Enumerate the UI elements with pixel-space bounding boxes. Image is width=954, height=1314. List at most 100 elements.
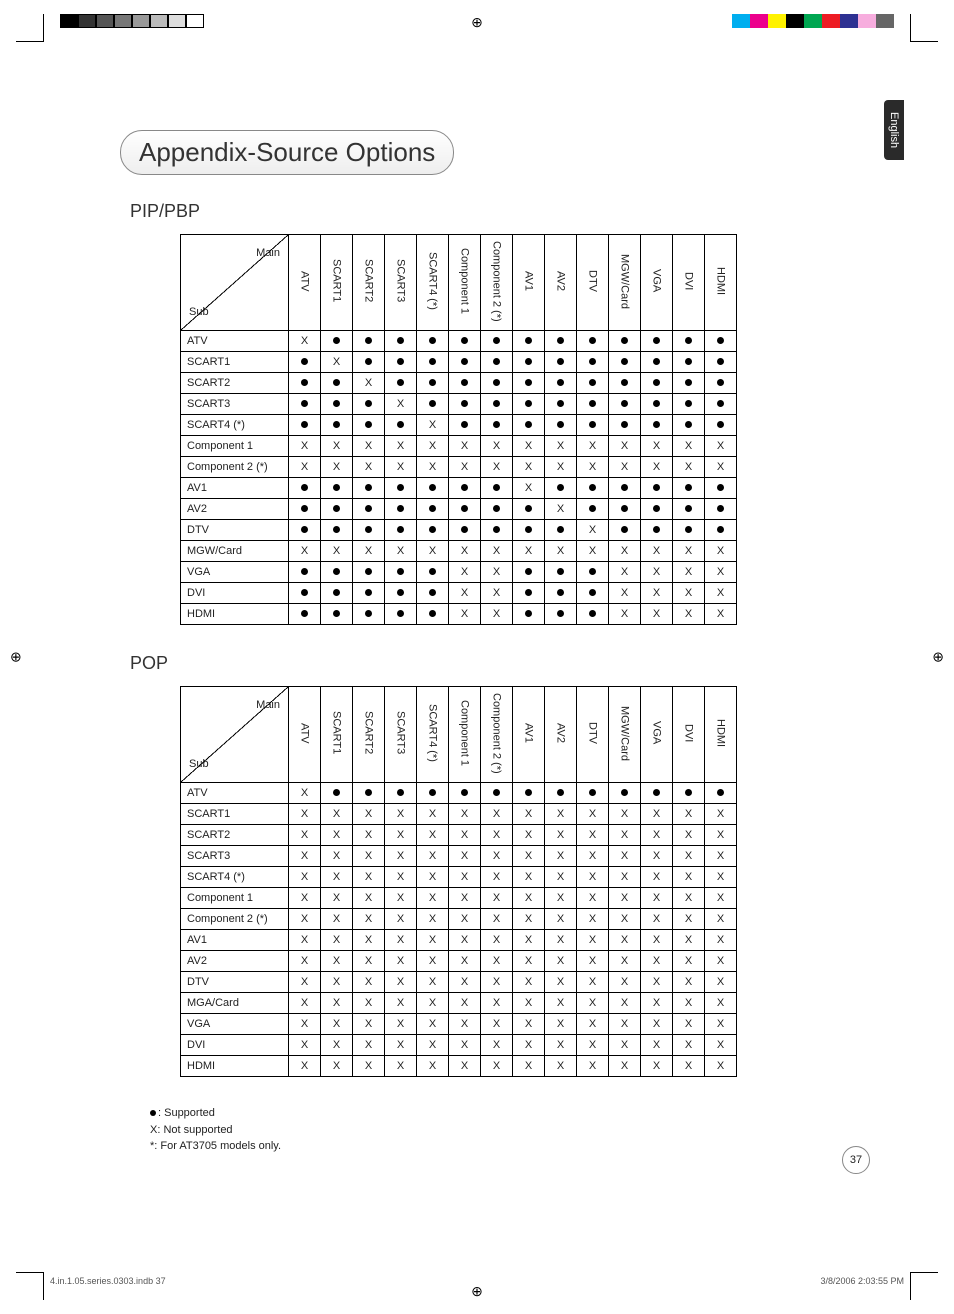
table-row: SCART1XXXXXXXXXXXXXX [181,804,737,825]
table-cell: X [513,993,545,1014]
table-cell: X [673,436,705,457]
supported-dot-icon [557,400,564,407]
supported-dot-icon [365,589,372,596]
table-cell: X [641,1014,673,1035]
table-row: AV2 X [181,499,737,520]
table-cell [417,373,449,394]
table-cell [385,783,417,804]
table-cell: X [577,457,609,478]
supported-dot-icon [461,505,468,512]
table-cell [353,562,385,583]
table-row: Component 1XXXXXXXXXXXXXX [181,888,737,909]
table-cell: X [545,541,577,562]
table-cell: X [705,1014,737,1035]
table-row: AV1X [181,478,737,499]
table-cell [577,783,609,804]
table-cell: X [417,951,449,972]
table-cell: X [353,867,385,888]
table-cell: X [673,930,705,951]
table-cell: X [321,804,353,825]
pip-pbp-table: MainSubATVSCART1SCART2SCART3SCART4 (*)Co… [180,234,737,625]
section-heading-pip: PIP/PBP [130,201,874,222]
supported-dot-icon [365,337,372,344]
table-cell: X [545,825,577,846]
supported-dot-icon [589,789,596,796]
table-cell [449,394,481,415]
supported-dot-icon [397,505,404,512]
row-label: AV2 [181,499,289,520]
table-cell [353,352,385,373]
supported-dot-icon [493,526,500,533]
table-row: DTVXXXXXXXXXXXXXX [181,972,737,993]
table-cell [577,331,609,352]
table-cell: X [513,825,545,846]
table-cell: X [481,972,513,993]
table-cell [353,331,385,352]
table-cell: X [353,972,385,993]
table-cell [385,520,417,541]
column-header: SCART2 [353,687,385,783]
table-cell [513,520,545,541]
row-label: DTV [181,972,289,993]
table-cell [705,373,737,394]
table-cell: X [577,951,609,972]
supported-dot-icon [301,505,308,512]
table-cell: X [481,930,513,951]
table-cell [609,520,641,541]
table-cell: X [353,1014,385,1035]
supported-dot-icon [333,568,340,575]
supported-dot-icon [557,568,564,575]
table-cell [609,415,641,436]
table-cell: X [705,930,737,951]
table-cell: X [705,1035,737,1056]
table-cell: X [385,1035,417,1056]
section-heading-pop: POP [130,653,874,674]
table-cell: X [321,909,353,930]
table-cell: X [481,1035,513,1056]
table-cell: X [673,604,705,625]
supported-dot-icon [589,400,596,407]
table-cell [385,583,417,604]
supported-dot-icon [493,421,500,428]
supported-dot-icon [621,505,628,512]
table-cell: X [705,972,737,993]
supported-dot-icon [493,400,500,407]
supported-dot-icon [717,400,724,407]
supported-dot-icon [397,379,404,386]
table-cell: X [289,825,321,846]
table-cell: X [289,1035,321,1056]
table-cell: X [545,499,577,520]
table-cell: X [513,1056,545,1077]
table-cell [609,373,641,394]
table-cell [289,478,321,499]
table-cell: X [289,783,321,804]
table-cell [321,373,353,394]
row-label: HDMI [181,1056,289,1077]
table-cell: X [449,436,481,457]
column-header: MGW/Card [609,687,641,783]
table-cell [289,499,321,520]
table-cell [577,478,609,499]
footer-file: 4.in.1.05.series.0303.indb 37 [50,1276,166,1286]
table-cell: X [609,804,641,825]
row-label: DTV [181,520,289,541]
table-corner: MainSub [181,687,289,783]
supported-dot-icon [717,789,724,796]
table-cell: X [353,436,385,457]
table-cell [321,394,353,415]
table-cell [513,583,545,604]
row-label: SCART4 (*) [181,867,289,888]
supported-dot-icon [397,484,404,491]
table-cell: X [705,951,737,972]
table-cell: X [513,867,545,888]
table-cell [673,373,705,394]
row-label: MGA/Card [181,993,289,1014]
supported-dot-icon [333,789,340,796]
table-cell: X [481,993,513,1014]
page-content: English Appendix-Source Options PIP/PBP … [50,60,904,1254]
table-cell [353,415,385,436]
row-label: SCART1 [181,804,289,825]
table-cell: X [545,457,577,478]
table-cell: X [449,825,481,846]
table-cell [417,499,449,520]
